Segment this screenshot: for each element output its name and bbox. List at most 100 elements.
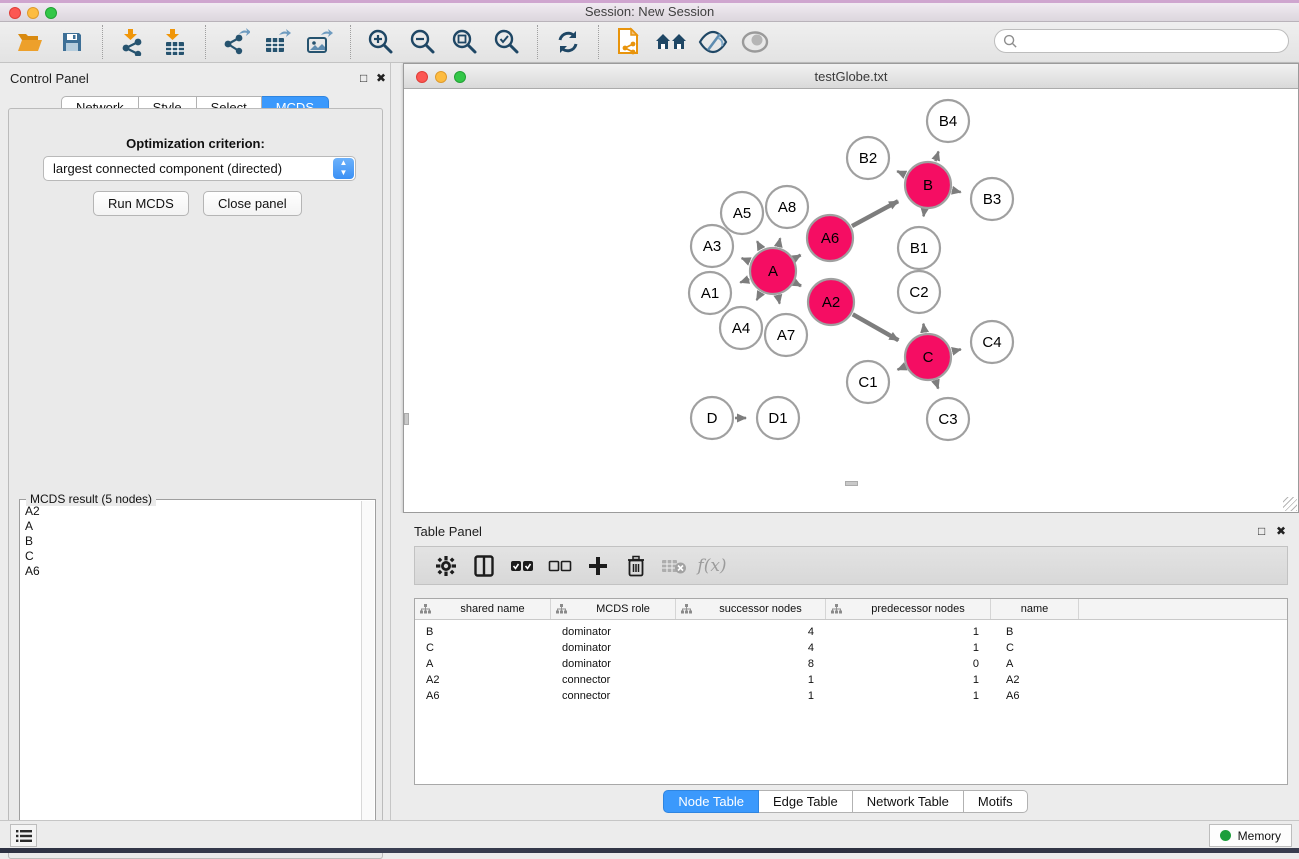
export-image-icon[interactable] (299, 25, 341, 59)
graph-node-A8[interactable]: A8 (766, 186, 808, 228)
canvas-vertical-scrollbar[interactable] (404, 413, 409, 425)
search-input[interactable] (994, 29, 1289, 53)
column-header-predecessor-nodes[interactable]: predecessor nodes (826, 599, 991, 619)
graph-edge-C-C2[interactable] (923, 324, 924, 333)
table-cell[interactable]: 1 (826, 690, 991, 702)
graph-node-B2[interactable]: B2 (847, 137, 889, 179)
table-cell[interactable]: 1 (676, 690, 826, 702)
close-panel-button[interactable]: Close panel (203, 191, 302, 216)
tab-motifs[interactable]: Motifs (964, 790, 1028, 813)
open-session-file-icon[interactable] (608, 25, 650, 59)
table-cell[interactable]: dominator (551, 658, 676, 670)
graph-node-C1[interactable]: C1 (847, 361, 889, 403)
graph-edge-B-B2[interactable] (897, 171, 905, 175)
table-settings-gear-icon[interactable] (427, 550, 465, 582)
save-icon[interactable] (51, 25, 93, 59)
table-cell[interactable]: A6 (415, 690, 551, 702)
float-panel-icon[interactable]: □ (360, 71, 367, 85)
table-cell[interactable]: A2 (415, 674, 551, 686)
table-cell[interactable]: dominator (551, 626, 676, 638)
show-annotations-icon[interactable] (734, 25, 776, 59)
column-header-shared-name[interactable]: shared name (415, 599, 551, 619)
table-cell[interactable]: A (991, 658, 1079, 670)
table-cell[interactable]: A (415, 658, 551, 670)
graph-edge-A-A5[interactable] (757, 241, 761, 249)
memory-button[interactable]: Memory (1209, 824, 1292, 847)
graph-edge-A-A8[interactable] (778, 238, 780, 246)
mcds-result-item[interactable]: C (21, 548, 361, 563)
canvas-horizontal-scrollbar[interactable] (845, 481, 858, 486)
graph-node-A3[interactable]: A3 (691, 225, 733, 267)
tab-edge-table[interactable]: Edge Table (759, 790, 853, 813)
graph-node-A1[interactable]: A1 (689, 272, 731, 314)
graph-edge-C-C3[interactable] (936, 381, 939, 389)
tab-node-table[interactable]: Node Table (663, 790, 759, 813)
run-mcds-button[interactable]: Run MCDS (93, 191, 189, 216)
graph-node-A2[interactable]: A2 (808, 279, 854, 325)
table-cell[interactable]: A6 (991, 690, 1079, 702)
table-cell[interactable]: 1 (826, 626, 991, 638)
graph-edge-C-C4[interactable] (952, 349, 961, 351)
mcds-result-item[interactable]: A (21, 518, 361, 533)
close-panel-icon[interactable]: ✖ (376, 71, 386, 85)
zoom-in-icon[interactable] (360, 25, 402, 59)
table-cell[interactable]: connector (551, 690, 676, 702)
graph-node-B[interactable]: B (905, 162, 951, 208)
graph-node-C4[interactable]: C4 (971, 321, 1013, 363)
deselect-all-checkboxes-icon[interactable] (541, 550, 579, 582)
table-row[interactable]: A6connector11A6 (415, 688, 1287, 704)
table-cell[interactable]: 1 (676, 674, 826, 686)
column-header-name[interactable]: name (991, 599, 1079, 619)
table-cell[interactable]: 4 (676, 626, 826, 638)
table-cell[interactable]: B (991, 626, 1079, 638)
refresh-icon[interactable] (547, 25, 589, 59)
graph-node-B3[interactable]: B3 (971, 178, 1013, 220)
criterion-select[interactable]: largest connected component (directed) ▲… (43, 156, 356, 181)
graph-edge-A6-B[interactable] (852, 201, 898, 226)
graph-edge-A-A7[interactable] (778, 295, 780, 303)
zoom-fit-icon[interactable] (444, 25, 486, 59)
table-cell[interactable]: A2 (991, 674, 1079, 686)
table-cell[interactable]: 4 (676, 642, 826, 654)
graph-node-A[interactable]: A (750, 248, 796, 294)
graph-node-A5[interactable]: A5 (721, 192, 763, 234)
graph-node-C2[interactable]: C2 (898, 271, 940, 313)
export-table-icon[interactable] (257, 25, 299, 59)
open-folder-icon[interactable] (9, 25, 51, 59)
table-cell[interactable]: 8 (676, 658, 826, 670)
column-header-MCDS-role[interactable]: MCDS role (551, 599, 676, 619)
graph-node-A7[interactable]: A7 (765, 314, 807, 356)
import-table-icon[interactable] (154, 25, 196, 59)
table-cell[interactable]: B (415, 626, 551, 638)
table-cell[interactable]: 0 (826, 658, 991, 670)
mcds-result-item[interactable]: A6 (21, 563, 361, 578)
graph-edge-C-C1[interactable] (898, 367, 905, 370)
result-list-scrollbar[interactable] (361, 501, 374, 837)
graph-node-D1[interactable]: D1 (757, 397, 799, 439)
mcds-result-list[interactable]: A2ABCA6 (21, 503, 361, 578)
search-field[interactable] (1018, 31, 1288, 51)
graph-node-A6[interactable]: A6 (807, 215, 853, 261)
show-columns-icon[interactable] (465, 550, 503, 582)
table-cell[interactable]: C (991, 642, 1079, 654)
graph-node-C[interactable]: C (905, 334, 951, 380)
table-cell[interactable]: C (415, 642, 551, 654)
add-column-icon[interactable] (579, 550, 617, 582)
graph-node-C3[interactable]: C3 (927, 398, 969, 440)
table-cell[interactable]: 1 (826, 674, 991, 686)
select-all-checkboxes-icon[interactable] (503, 550, 541, 582)
tab-network-table[interactable]: Network Table (853, 790, 964, 813)
graph-edge-B-B1[interactable] (924, 210, 925, 217)
table-cell[interactable]: 1 (826, 642, 991, 654)
task-history-button[interactable] (10, 824, 37, 847)
graph-edge-A-A4[interactable] (757, 293, 761, 300)
mcds-result-item[interactable]: A2 (21, 503, 361, 518)
import-network-icon[interactable] (112, 25, 154, 59)
graph-node-D[interactable]: D (691, 397, 733, 439)
graph-edge-B-B3[interactable] (952, 190, 960, 192)
graph-edge-A-A3[interactable] (742, 258, 750, 261)
table-row[interactable]: Bdominator41B (415, 624, 1287, 640)
zoom-out-icon[interactable] (402, 25, 444, 59)
graph-node-B1[interactable]: B1 (898, 227, 940, 269)
network-window-titlebar[interactable]: testGlobe.txt (404, 64, 1298, 89)
